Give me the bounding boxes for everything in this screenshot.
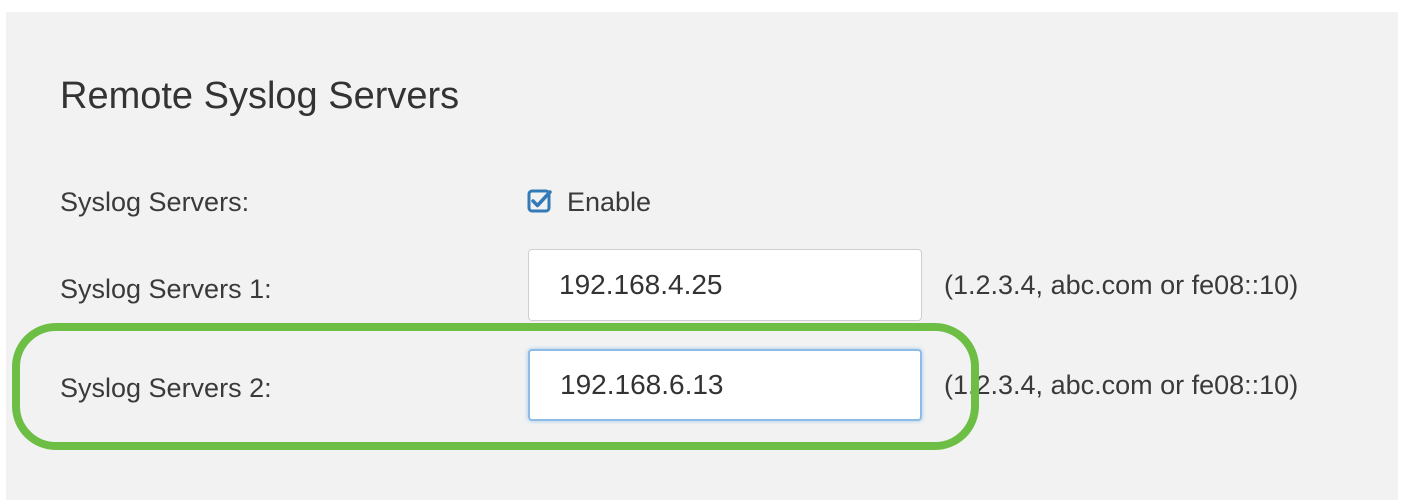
syslog-server-1-input[interactable] — [528, 249, 922, 321]
section-title: Remote Syslog Servers — [60, 75, 460, 117]
enable-checkbox[interactable]: Enable — [527, 184, 651, 220]
checked-square-icon[interactable] — [527, 189, 553, 215]
enable-checkbox-label[interactable]: Enable — [567, 187, 651, 218]
syslog-servers-label: Syslog Servers: — [60, 187, 250, 217]
syslog-server-1-label: Syslog Servers 1: — [60, 274, 272, 304]
syslog-server-2-label: Syslog Servers 2: — [60, 373, 272, 403]
syslog-server-2-hint: (1.2.3.4, abc.com or fe08::10) — [944, 370, 1299, 400]
syslog-server-1-hint: (1.2.3.4, abc.com or fe08::10) — [944, 270, 1299, 300]
syslog-server-2-input[interactable] — [528, 349, 922, 421]
